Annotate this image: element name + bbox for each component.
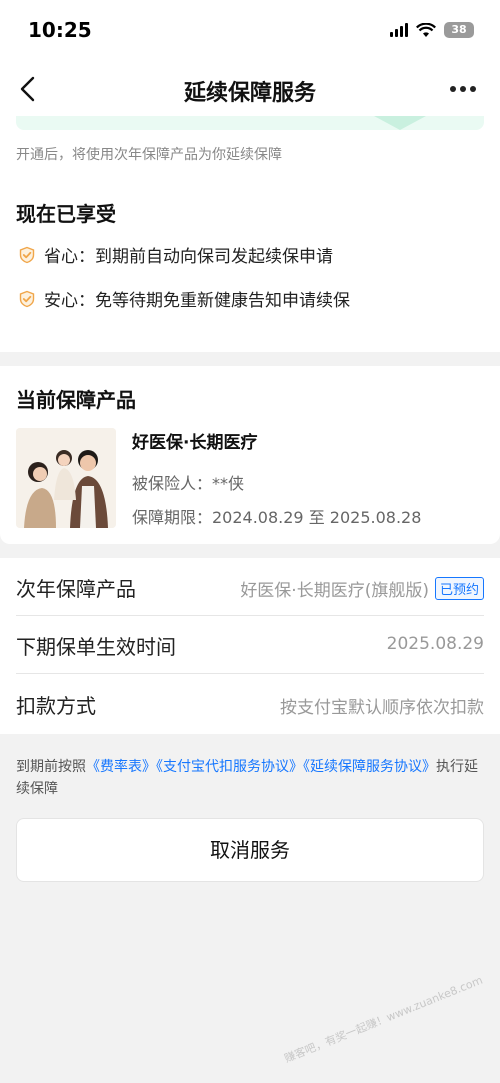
info-row-payment-method[interactable]: 扣款方式 按支付宝默认顺序依次扣款 [0,675,500,733]
nav-bar: 延续保障服务 [0,62,500,116]
current-product-card: 当前保障产品 好医保·长期医疗 被保险人：**侠 保障期限：2024.08.29… [0,366,500,544]
banner-notch [374,116,426,130]
next-product-name: 好医保·长期医疗(旗舰版) [240,581,429,601]
status-bar: 10:25 38 [0,0,500,62]
intro-text: 开通后，将使用次年保障产品为你延续保障 [16,147,282,163]
page-title: 延续保障服务 [183,81,316,106]
agreement-prefix: 到期前按照 [16,759,86,775]
agreement-text: 到期前按照《费率表》《支付宝代扣服务协议》《延续保障服务协议》执行延续保障 [16,756,486,800]
info-value: 2025.08.29 [386,634,484,654]
more-icon[interactable] [450,86,476,92]
benefit-label: 省心：到期前自动向保司发起续保申请 [44,247,333,267]
shield-check-icon [19,246,35,263]
coverage-period: 保障期限：2024.08.29 至 2025.08.28 [132,508,422,527]
renewal-service-agreement-link[interactable]: 《延续保障服务协议》 [303,759,436,775]
status-icons: 38 [390,22,474,38]
alipay-debit-agreement-link[interactable]: 《支付宝代扣服务协议》 [156,759,303,775]
reserved-badge: 已预约 [434,577,484,600]
info-label: 扣款方式 [16,694,96,718]
rate-table-link[interactable]: 《费率表》 [86,759,156,775]
watermark: 赚客吧，有奖一起赚！www.zuanke8.com [282,973,485,1066]
wifi-icon [416,22,436,37]
benefit-item: 安心：免等待期免重新健康告知申请续保 [18,286,350,311]
signal-icon [390,23,408,37]
benefit-item: 省心：到期前自动向保司发起续保申请 [18,242,333,267]
divider [16,673,484,674]
enjoy-title: 现在已享受 [16,202,116,226]
section-title: 当前保障产品 [16,388,136,412]
service-intro-card: 开通后，将使用次年保障产品为你延续保障 现在已享受 省心：到期前自动向保司发起续… [0,116,500,352]
insured-person: 被保险人：**侠 [132,474,245,493]
cancel-service-button[interactable]: 取消服务 [16,818,484,882]
info-row-effective-time: 下期保单生效时间 2025.08.29 [0,616,500,674]
shield-check-icon [19,290,35,307]
info-row-next-product[interactable]: 次年保障产品 好医保·长期医疗(旗舰版) 已预约 [0,558,500,616]
benefit-label: 安心：免等待期免重新健康告知申请续保 [44,291,350,311]
info-value: 按支付宝默认顺序依次扣款 [280,698,484,718]
info-label: 下期保单生效时间 [16,635,176,659]
product-name: 好医保·长期医疗 [132,433,258,453]
info-value: 好医保·长期医疗(旗舰版) 已预约 [240,576,484,601]
renewal-info-list: 次年保障产品 好医保·长期医疗(旗舰版) 已预约 下期保单生效时间 2025.0… [0,558,500,734]
family-photo [16,428,116,528]
battery-icon: 38 [444,22,474,38]
info-label: 次年保障产品 [16,577,136,601]
status-time: 10:25 [28,18,92,42]
